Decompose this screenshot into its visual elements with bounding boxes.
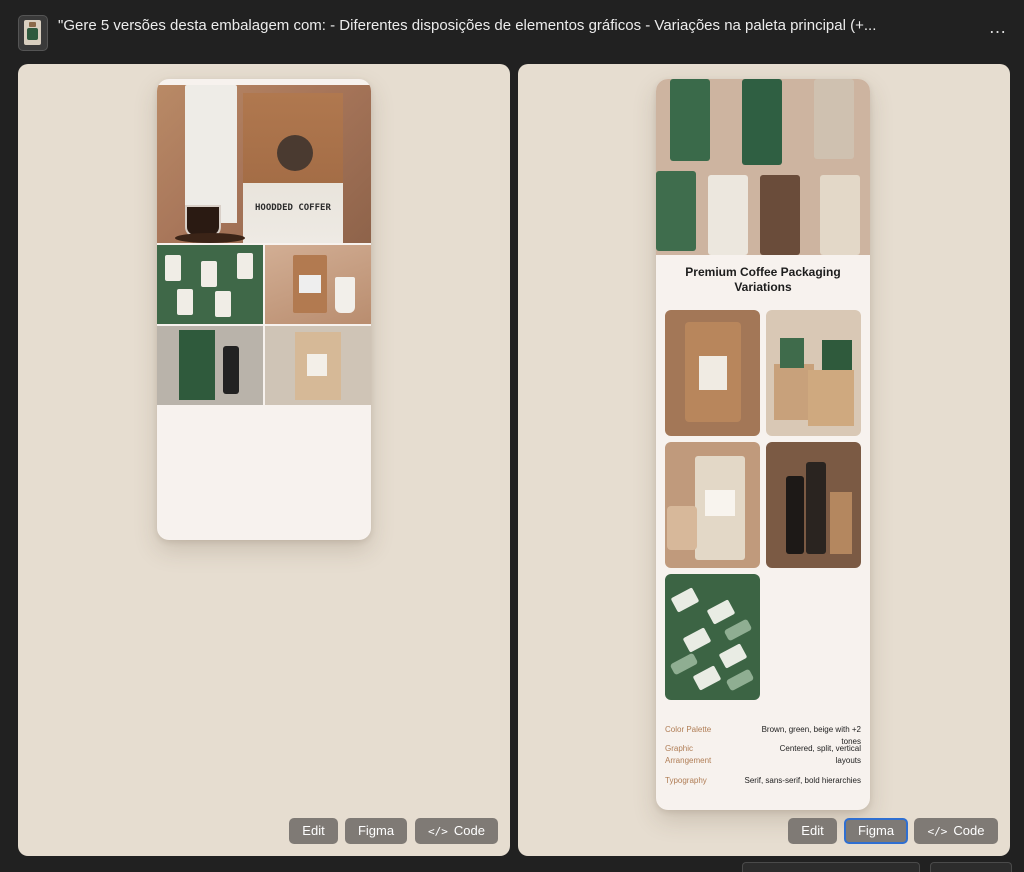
grid-image-3 xyxy=(157,326,263,405)
prompt-text: "Gere 5 versões desta embalagem com: - D… xyxy=(58,17,877,34)
variation-image-5 xyxy=(665,574,760,700)
variation-image-4 xyxy=(766,442,861,568)
code-icon: </> xyxy=(428,825,448,838)
hero-product-grid-image xyxy=(656,79,870,255)
more-icon[interactable]: … xyxy=(986,18,1010,40)
spec-label: Graphic Arrangement xyxy=(665,744,712,765)
preview-frame-left[interactable]: HOODDED COFFER xyxy=(157,79,371,540)
spec-value: Centered, split, vertical layouts xyxy=(779,744,861,765)
spec-value: Serif, sans-serif, bold hierarchies xyxy=(744,776,862,785)
hero-wordmark: HOODDED COFFER xyxy=(255,203,331,213)
figma-button[interactable]: Figma xyxy=(844,818,908,844)
figma-button[interactable]: Figma xyxy=(345,818,407,844)
grid-image-1 xyxy=(157,245,263,324)
spec-row-typography: Typography Serif, sans-serif, bold hiera… xyxy=(665,775,861,789)
design-card-right: Premium Coffee Packaging Variations Colo… xyxy=(518,64,1010,856)
spec-label: Color Palette xyxy=(665,725,712,734)
spec-row-graphic-arrangement: Graphic Arrangement Centered, split, ver… xyxy=(665,743,861,771)
code-icon: </> xyxy=(927,825,948,838)
preview-frame-right[interactable]: Premium Coffee Packaging Variations Colo… xyxy=(656,79,870,810)
design-card-left: HOODDED COFFER Edit Figma </> Code xyxy=(18,64,510,856)
spec-row-color-palette: Color Palette Brown, green, beige with +… xyxy=(665,724,861,746)
variation-image-3 xyxy=(665,442,760,568)
grid-image-4 xyxy=(265,326,371,405)
edit-button[interactable]: Edit xyxy=(788,818,837,844)
variation-image-2 xyxy=(766,310,861,436)
hero-product-image: HOODDED COFFER xyxy=(157,85,371,243)
code-button[interactable]: </> Code xyxy=(914,818,998,844)
edit-button[interactable]: Edit xyxy=(289,818,338,844)
top-bar: "Gere 5 versões desta embalagem com: - D… xyxy=(0,0,1024,64)
variation-image-1 xyxy=(665,310,760,436)
prompt-thumbnail[interactable] xyxy=(18,15,48,51)
preview-title: Premium Coffee Packaging Variations xyxy=(685,265,841,294)
code-button[interactable]: </> Code xyxy=(415,818,498,844)
grid-image-2 xyxy=(265,245,371,324)
